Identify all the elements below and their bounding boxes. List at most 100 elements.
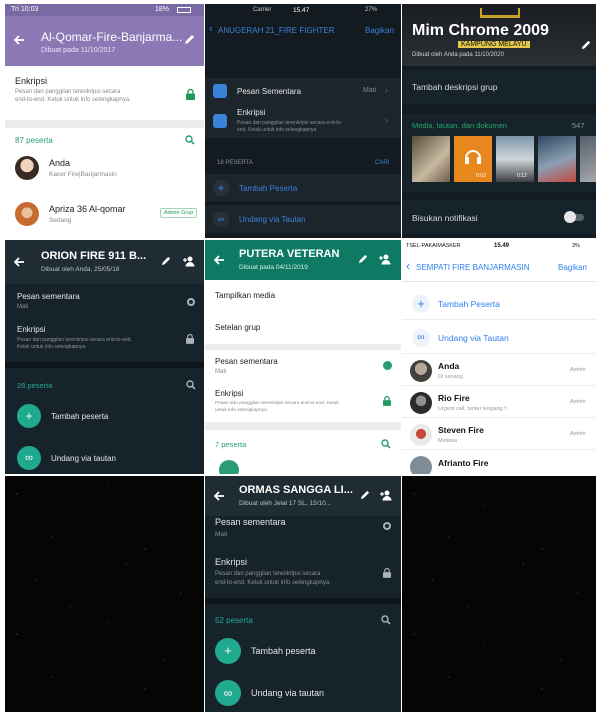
encryption-desc-2: end-to-end. Ketuk untuk info selengkapny… [215, 580, 331, 586]
member-row[interactable]: Anda Di senang Admin [402, 356, 596, 386]
back-arrow-icon[interactable] [13, 256, 25, 268]
back-arrow-icon[interactable] [213, 490, 225, 502]
timer-icon [383, 361, 392, 370]
add-person-icon[interactable] [183, 256, 195, 267]
disappearing-messages-row[interactable]: Pesan sementara Mati [205, 514, 401, 544]
row-label: Enkripsi [215, 389, 244, 398]
add-icon: + [213, 180, 229, 196]
share-button[interactable]: Bagikan [558, 263, 587, 272]
back-arrow-icon[interactable] [213, 254, 225, 266]
encryption-row[interactable]: Enkripsi Pesan dan panggilan terenkripsi… [5, 320, 204, 356]
invite-link-row[interactable]: ∞ Undang via Tautan [205, 205, 401, 233]
back-button[interactable]: ‹ [406, 259, 410, 273]
admin-badge: Admin [570, 399, 586, 405]
disappearing-messages-row[interactable]: Pesan sementara Mati [205, 350, 401, 382]
member-name: Anda [49, 158, 71, 168]
row-label: Pesan sementara [215, 517, 286, 527]
panel-orion-fire: ORION FIRE 911 B... Dibuat oleh Anda, 25… [5, 240, 204, 474]
member-status: Urgent call, tunter lengang !! [438, 406, 508, 412]
add-person-icon[interactable] [380, 490, 392, 501]
member-name: Rio Fire [438, 393, 470, 403]
member-row[interactable]: Apriza 36 Al-qomar Sedang Admin Grup [5, 198, 204, 232]
member-row[interactable]: Rio Fire Urgent call, tunter lengang !! … [402, 388, 596, 418]
media-thumbnail[interactable] [412, 136, 450, 182]
member-name: Anda [438, 361, 460, 371]
show-media-row[interactable]: Tampilkan media [205, 280, 401, 312]
admin-badge: Admin [570, 367, 586, 373]
encryption-row[interactable]: Enkripsi Pesan dan panggilan terenkripsi… [205, 382, 401, 422]
member-row[interactable]: Afrianto Fire [402, 452, 596, 474]
media-thumbnail[interactable] [580, 136, 596, 182]
encryption-row[interactable]: Enkripsi Pesan dan panggilan terenkripsi… [205, 104, 401, 138]
disappearing-messages-row[interactable]: Pesan Sementara Mati › [205, 78, 401, 104]
edit-pencil-icon[interactable] [160, 256, 171, 267]
group-settings-row[interactable]: Setelan grup [205, 312, 401, 344]
section-gap [205, 598, 401, 604]
encryption-desc-1: Pesan dan panggilan terenkripsi secara e… [17, 337, 132, 343]
cover-header: Mim Chrome 2009 KAMPUNG MELAYU Dibuat ol… [402, 4, 596, 66]
participant-count: 18 PESERTA [217, 160, 253, 166]
edit-pencil-icon[interactable] [357, 254, 368, 265]
search-icon[interactable] [186, 380, 196, 390]
search-link[interactable]: CARI [375, 160, 389, 166]
add-description-label: Tambah deskripsi grup [412, 82, 498, 92]
app-header: Al-Qomar-Fire-Banjarma... Dibuat pada 11… [5, 16, 204, 66]
add-participant-row[interactable]: + Tambah Peserta [205, 174, 401, 202]
add-participant-row[interactable]: + Tambah peserta [205, 634, 401, 668]
media-section[interactable]: Media, tautan, dan dokumen 547 0:03 0:12 [402, 114, 596, 192]
edit-pencil-icon[interactable] [580, 40, 591, 51]
back-group-name[interactable]: ANUGERAH 21_FIRE FIGHTER [218, 26, 334, 35]
group-subtitle: Dibuat pada 11/10/2017 [41, 47, 116, 54]
add-participant-row[interactable]: + Tambah Peserta [402, 288, 596, 320]
avatar [15, 202, 39, 226]
back-group-name[interactable]: SEMPATI FIRE BANJARMASIN [416, 263, 530, 272]
invite-link-row[interactable]: ∞ Undang via tautan [205, 676, 401, 710]
add-participant-label: Tambah peserta [251, 646, 316, 656]
member-row[interactable]: Anda Kacer Fire|Banjarmasin [5, 152, 204, 186]
add-participant-row[interactable]: + Tambah peserta [5, 400, 204, 432]
member-name: Afrianto Fire [438, 458, 489, 468]
back-arrow-icon[interactable] [13, 34, 25, 46]
add-person-icon: + [215, 638, 241, 664]
media-thumbnail[interactable]: 0:12 [496, 136, 534, 182]
admin-badge: Admin [570, 431, 586, 437]
edit-pencil-icon[interactable] [359, 490, 370, 501]
encryption-desc-2: end. Ketuk untuk info selengkapnya. [237, 127, 318, 133]
status-time: Tri 10:03 [11, 6, 39, 13]
description-row[interactable]: Tambah deskripsi grup [402, 70, 596, 104]
panel-mim-chrome: Mim Chrome 2009 KAMPUNG MELAYU Dibuat ol… [402, 4, 596, 238]
encryption-row[interactable]: Enkripsi Pesan dan panggilan terenkripsi… [205, 552, 401, 592]
group-title: Mim Chrome 2009 [412, 22, 549, 39]
encryption-row[interactable]: Enkripsi Pesan dan panggilan terenkripsi… [5, 68, 204, 120]
media-thumbnail[interactable]: 0:03 [454, 136, 492, 182]
status-time: 15.49 [494, 243, 510, 249]
group-subtitle: Dibuat oleh Anda, 25/05/18 [41, 266, 120, 273]
search-icon[interactable] [381, 439, 391, 449]
duration-label: 0:03 [476, 173, 486, 179]
invite-link-row[interactable]: ∞ Undang via tautan [5, 442, 204, 474]
back-button[interactable]: ‹ [209, 23, 213, 35]
add-participant-label: Tambah Peserta [438, 299, 500, 309]
disappearing-messages-row[interactable]: Pesan sementara Mati [5, 286, 204, 316]
add-person-icon: + [17, 404, 41, 428]
app-header: PUTERA VETERAN Dibuat pada 04/11/2019 [205, 240, 401, 280]
edit-pencil-icon[interactable] [183, 34, 195, 46]
mute-row[interactable]: Bisukan notifikasi [402, 200, 596, 234]
add-person-icon[interactable] [379, 254, 391, 265]
group-subtitle: Dibuat pada 04/11/2019 [239, 264, 308, 271]
invite-link-label: Undang via Tautan [239, 215, 306, 224]
crown-icon [480, 8, 520, 18]
link-icon: ∞ [17, 446, 41, 470]
share-button[interactable]: Bagikan [365, 26, 394, 35]
encryption-desc-1: Pesan dan panggilan terenkripsi secara [215, 571, 321, 577]
add-participant-icon[interactable] [219, 460, 239, 474]
search-icon[interactable] [381, 615, 391, 625]
media-thumbnail[interactable] [538, 136, 576, 182]
search-icon[interactable] [185, 135, 195, 145]
status-bar: Carrier 15.47 27% [205, 4, 401, 18]
member-status: Kacer Fire|Banjarmasin [49, 171, 117, 178]
member-row[interactable]: Steven Fire Melawa Admin [402, 420, 596, 450]
panel-ormas-sangga: ORMAS SANGGA LI... Dibuat oleh Jelal 17 … [205, 476, 401, 712]
invite-link-row[interactable]: ∞ Undang via Tautan [402, 322, 596, 354]
member-name: Apriza 36 Al-qomar [49, 204, 126, 214]
